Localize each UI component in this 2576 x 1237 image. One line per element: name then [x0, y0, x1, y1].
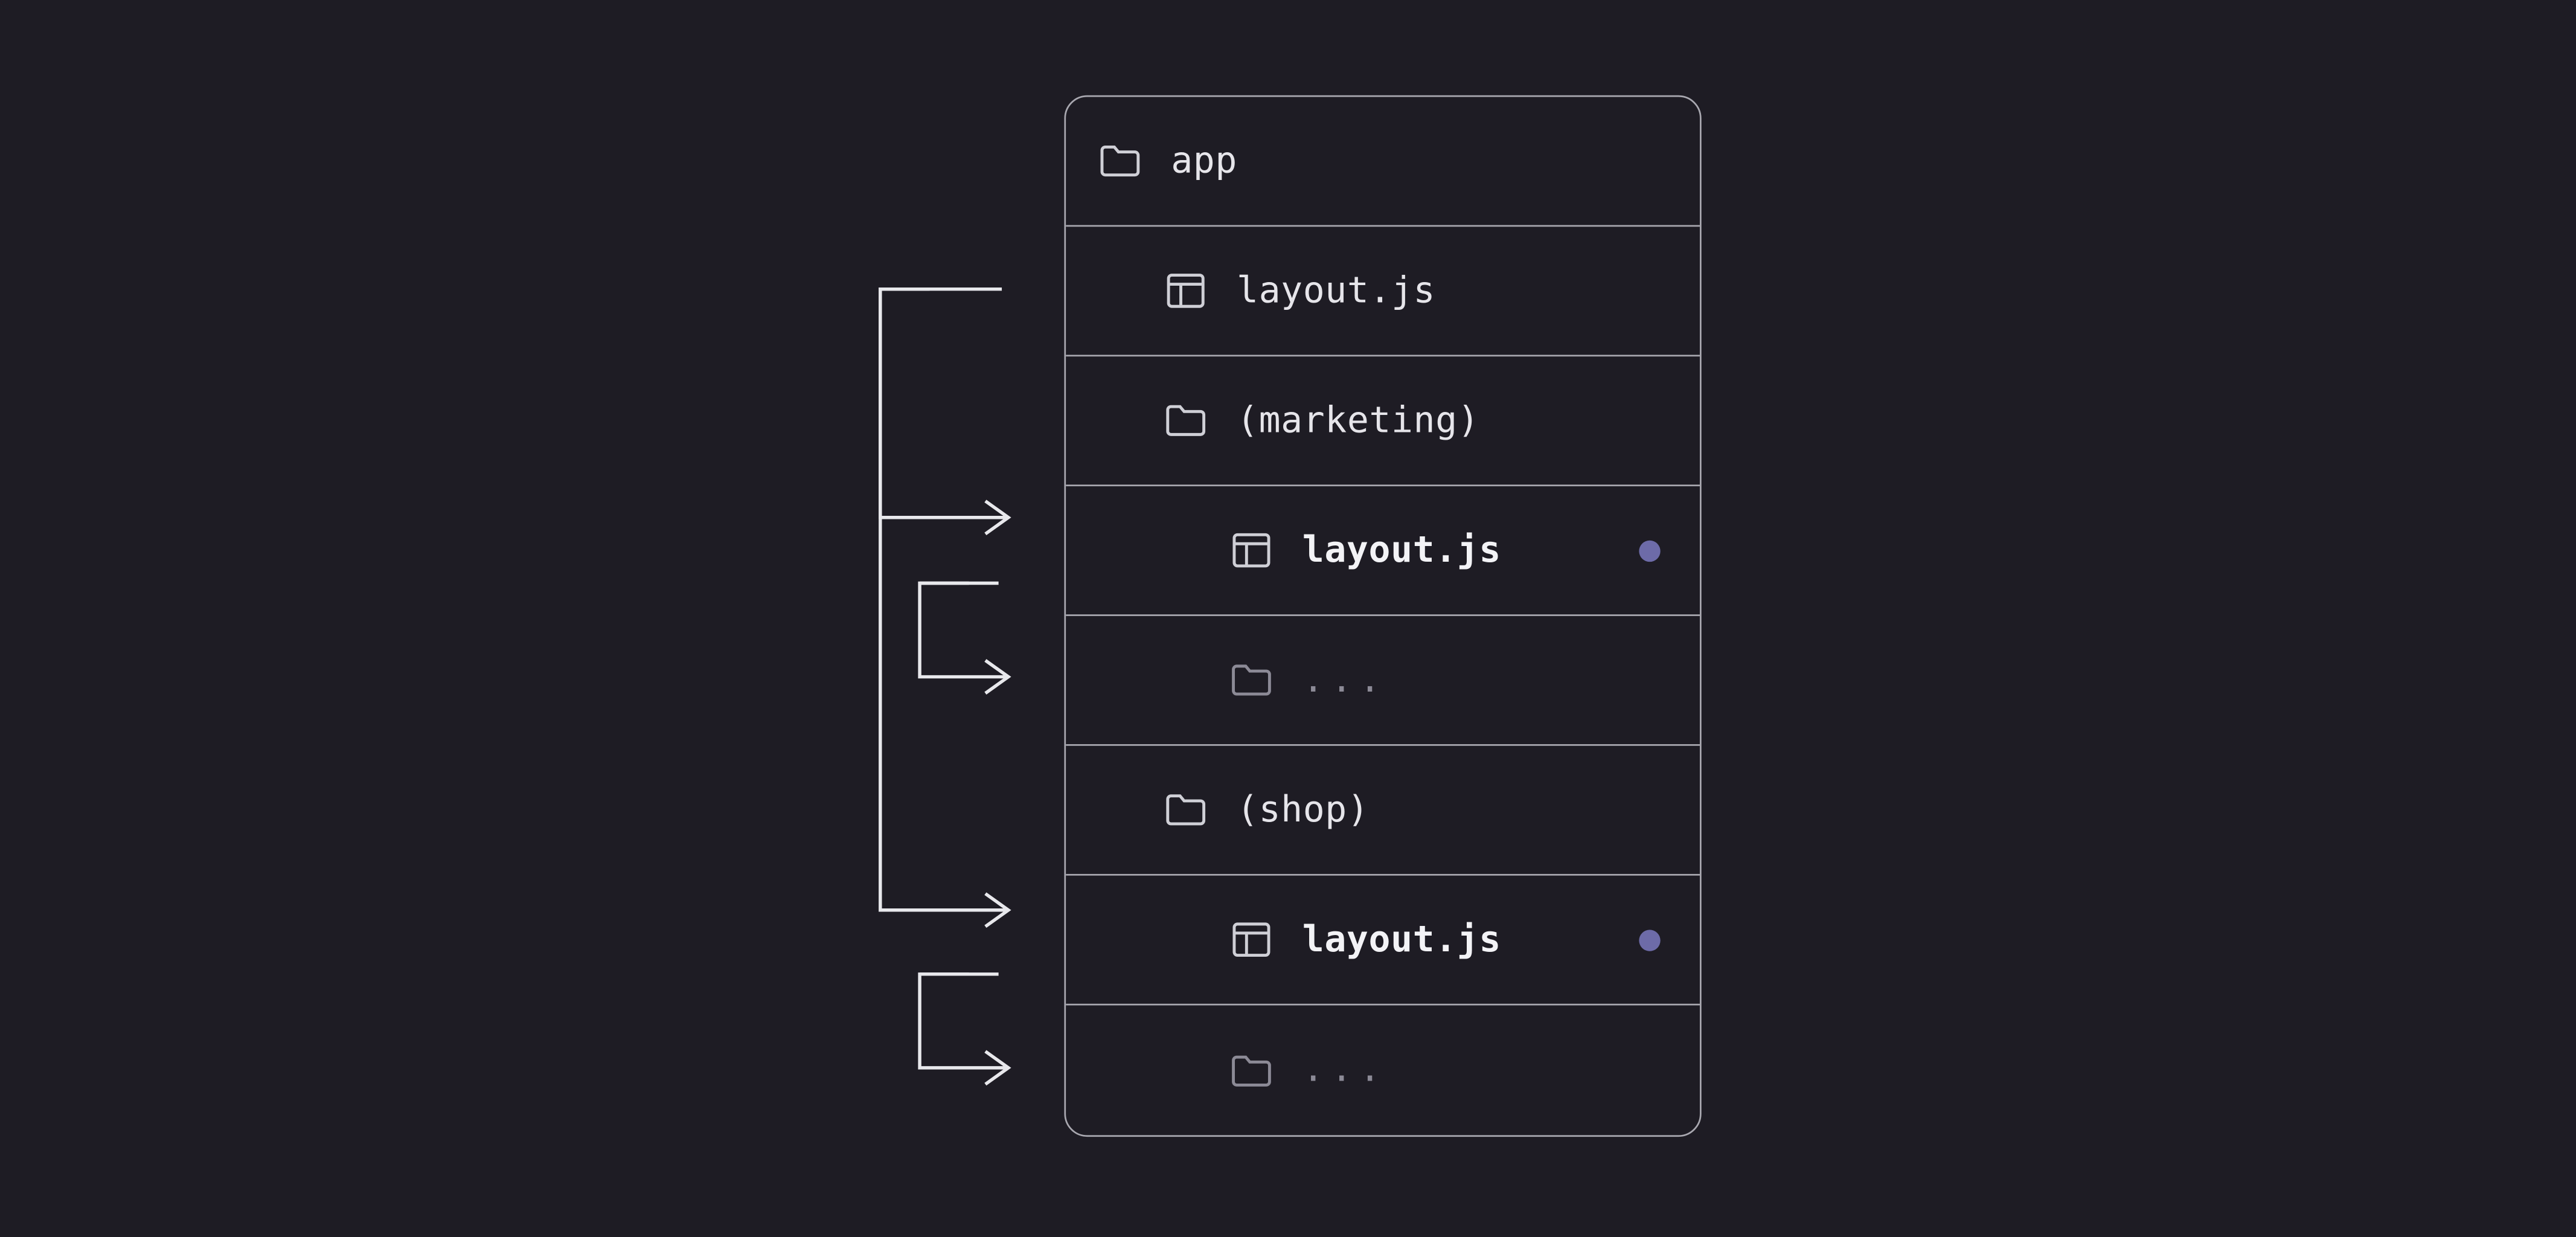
folder-icon [1099, 143, 1142, 179]
folder-icon [1230, 1052, 1273, 1088]
tree-row-shop-more: ... [1066, 1006, 1700, 1136]
tree-root: app [1066, 97, 1700, 227]
file-tree-panel: app layout.js (marketing) layout.js... (sho… [1064, 95, 1701, 1137]
tree-row-shop-layout: layout.js [1066, 876, 1700, 1006]
tree-row-label: (shop) [1237, 789, 1369, 831]
tree-row-label: layout.js [1302, 919, 1501, 960]
tree-root-label: app [1171, 141, 1237, 182]
tree-row-root-layout: layout.js [1066, 227, 1700, 356]
layout-icon [1230, 922, 1273, 958]
tree-row-marketing-more: ... [1066, 616, 1700, 746]
tree-row-label: (marketing) [1237, 400, 1479, 441]
status-dot [1639, 929, 1660, 950]
layout-icon [1164, 272, 1207, 309]
folder-icon [1164, 402, 1207, 439]
layout-icon [1230, 532, 1273, 568]
tree-row-shop: (shop) [1066, 746, 1700, 876]
tree-row-label: ... [1302, 660, 1388, 701]
folder-icon [1230, 662, 1273, 698]
tree-row-marketing-layout: layout.js [1066, 486, 1700, 616]
tree-row-label: layout.js [1237, 270, 1435, 311]
tree-row-marketing: (marketing) [1066, 356, 1700, 486]
status-dot [1639, 539, 1660, 561]
tree-row-label: ... [1302, 1050, 1388, 1091]
tree-row-label: layout.js [1302, 530, 1501, 571]
folder-icon [1164, 792, 1207, 828]
